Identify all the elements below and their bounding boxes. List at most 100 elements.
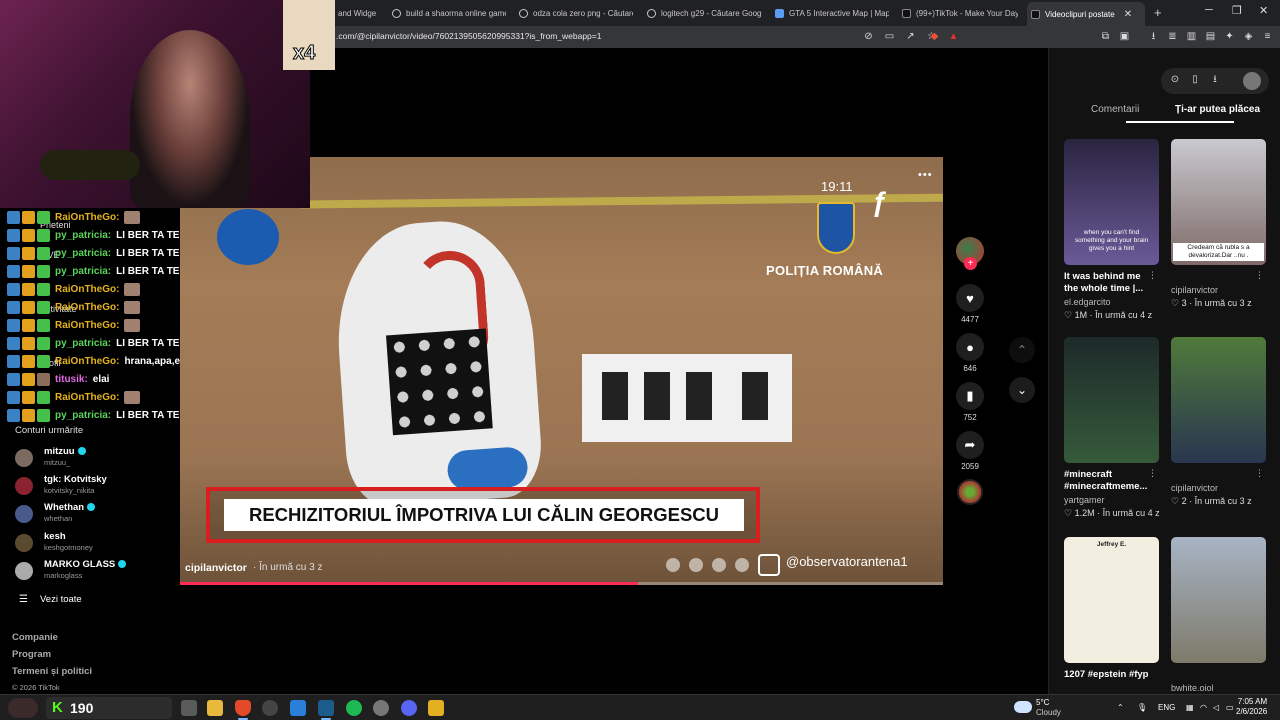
chevron-up-icon[interactable]: ⌃ [1117,703,1124,712]
suggested-video-card[interactable]: Credeam că rubla s a devalorizat.Dar ..n… [1171,139,1266,309]
download-icon[interactable]: ⭳ [1148,31,1159,42]
browser-tab[interactable]: build a shaorma online game [388,3,506,23]
download-icon[interactable]: ⭳ [1209,74,1221,86]
settings-icon[interactable] [373,700,389,716]
input-language[interactable]: ENG [1158,703,1175,712]
music-disc-icon[interactable] [957,479,983,505]
chevron-down-icon[interactable]: ⌄ [1009,377,1035,403]
brave-browser-icon[interactable] [235,700,251,720]
extensions-icon[interactable]: ⧉ [1100,31,1111,42]
window-close-icon[interactable]: ✕ [1259,4,1268,17]
wifi-icon[interactable]: ◠ [1200,703,1207,712]
video-thumbnail[interactable] [1171,537,1266,663]
comment-action[interactable]: ● 646 [956,333,984,373]
mic-icon[interactable]: 🎙︎ [1137,703,1147,712]
see-all-link[interactable]: ☰ Vezi toate [19,594,82,605]
more-icon[interactable]: ⋮ [1148,468,1157,479]
bookmark-icon[interactable]: ▮ [956,382,984,410]
video-author[interactable]: cipilanvictor [185,562,247,574]
card-author[interactable]: yartgamer [1064,495,1159,505]
url-field[interactable]: .com/@cipilanvictor/video/76021395056209… [336,31,601,41]
browser-tab[interactable]: (99+)TikTok - Make Your Day [898,3,1018,23]
footer-link-program[interactable]: Program [12,649,51,660]
more-icon[interactable]: ⋮ [1255,270,1264,281]
bookmarks-icon[interactable]: ≣ [1167,31,1178,42]
media-icon[interactable]: ▣ [1119,31,1130,42]
vpn-icon[interactable]: ◈ [1243,31,1254,42]
streamer-avatar[interactable] [8,698,38,718]
brave-shield-icon[interactable]: ◆ [929,31,940,42]
browser-tab[interactable]: odza cola zero png - Căutare [515,3,633,23]
share-icon[interactable]: ↗ [905,31,916,42]
obs-icon[interactable] [262,700,278,716]
browser-tab[interactable]: GTA 5 Interactive Map | Map [771,3,889,23]
more-icon[interactable]: ••• [918,169,933,181]
footer-link-terms[interactable]: Termeni și politici [12,666,92,677]
suggested-video-card[interactable]: bwhite.oiol [1171,537,1266,693]
steam-icon[interactable] [318,700,334,720]
tab-suggestions[interactable]: Ți-ar putea plăcea [1175,104,1260,115]
followed-account[interactable]: Whethan whethan [15,502,175,526]
video-thumbnail[interactable]: when you can't find something and your b… [1064,139,1159,265]
heart-icon[interactable]: ♥ [956,284,984,312]
tab-comments[interactable]: Comentarii [1091,104,1139,115]
video-thumbnail[interactable] [1064,337,1159,463]
share-arrow-icon[interactable]: ➦ [956,431,984,459]
share-action[interactable]: ➦ 2059 [956,431,984,471]
phone-icon[interactable]: ▯ [1189,74,1201,86]
like-action[interactable]: ♥ 4477 [956,284,984,324]
video-player[interactable]: POLIȚIA ROMÂNĂ 19:11 ••• ƒ RECHIZITORIUL… [180,157,943,585]
suggested-video-card[interactable]: when you can't find something and your b… [1064,139,1159,321]
more-icon[interactable]: ⋮ [1148,270,1157,281]
system-clock[interactable]: 7:05 AM 2/6/2026 [1236,697,1267,717]
keyboard-icon[interactable]: ▦ [1186,703,1194,712]
suggested-video-card[interactable]: ⋮ cipilanvictor ♡ 2 · În urmă cu 3 z [1171,337,1266,507]
card-author[interactable]: cipilanvictor [1171,285,1266,295]
browser-tab[interactable]: logitech g29 - Căutare Goog [643,3,761,23]
alert-icon[interactable]: ▲ [948,31,959,42]
creator-avatar[interactable]: + [956,237,984,270]
compass-icon[interactable]: ⊙ [1169,74,1181,86]
minimize-icon[interactable]: ─ [1205,4,1213,16]
more-icon[interactable]: ⋮ [1255,468,1264,479]
browser-tab-active[interactable]: Videoclipuri postate ✕ [1027,2,1145,26]
eye-off-icon[interactable]: ⊘ [863,31,874,42]
avatar[interactable] [1243,72,1261,90]
screen-icon[interactable]: ▭ [884,31,895,42]
suggested-video-card[interactable]: ⋮ #minecraft #minecraftmeme... yartgamer… [1064,337,1160,519]
chevron-up-icon[interactable]: ⌃ [1009,337,1035,363]
video-thumbnail[interactable]: Credeam că rubla s a devalorizat.Dar ..n… [1171,139,1266,265]
followed-account[interactable]: tgk: Kotvitsky kotvitsky_nikita [15,474,175,498]
store-icon[interactable] [290,700,306,716]
sidebar-icon[interactable]: ▥ [1186,31,1197,42]
follow-plus-icon[interactable]: + [964,257,977,270]
chat-badge-icon [22,318,35,332]
close-icon[interactable]: ✕ [1124,9,1132,20]
discord-icon[interactable] [401,700,417,716]
browser-tab[interactable]: and Widge [334,3,384,23]
followed-account[interactable]: kesh keshgotmoney [15,531,175,555]
task-view-icon[interactable] [181,700,197,716]
card-author[interactable]: bwhite.oiol [1171,683,1266,693]
footer-link-company[interactable]: Companie [12,632,58,643]
restore-icon[interactable]: ❐ [1232,4,1242,17]
save-action[interactable]: ▮ 752 [956,382,984,422]
video-progress-bar[interactable] [180,582,943,585]
suggested-video-card[interactable]: Jeffrey E. 1207 #epstein #fyp [1064,537,1159,681]
card-author[interactable]: el.edgarcito [1064,297,1159,307]
battery-icon[interactable]: ▭ [1226,703,1234,712]
app-icon[interactable] [428,700,444,716]
video-thumbnail[interactable]: Jeffrey E. [1064,537,1159,663]
comment-icon[interactable]: ● [956,333,984,361]
followed-account[interactable]: MARKO GLASS markoglass [15,559,175,583]
file-explorer-icon[interactable] [207,700,223,716]
wallet-icon[interactable]: ▤ [1205,31,1216,42]
followed-account[interactable]: mitzuu mitzuu_ [15,446,175,470]
sparkle-icon[interactable]: ✦ [1224,31,1235,42]
spotify-icon[interactable] [346,700,362,716]
video-thumbnail[interactable] [1171,337,1266,463]
card-author[interactable]: cipilanvictor [1171,483,1266,493]
new-tab-button[interactable]: + [1154,5,1162,20]
volume-icon[interactable]: ◁ [1213,703,1219,712]
menu-icon[interactable]: ≡ [1262,31,1273,42]
